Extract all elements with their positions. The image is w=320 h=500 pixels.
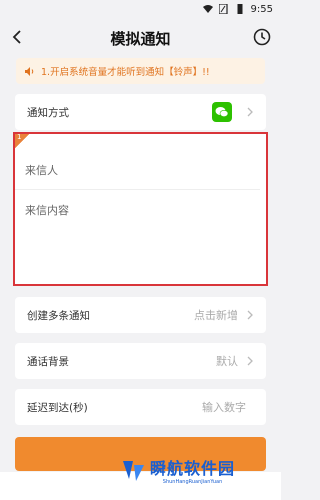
notify-method-row[interactable]: 通知方式: [15, 94, 266, 130]
notice-text: 1.开启系统音量才能听到通知【铃声】!!: [41, 67, 210, 78]
call-background-value: 默认: [216, 355, 238, 368]
sender-placeholder: 来信人: [25, 163, 58, 177]
delay-row[interactable]: 延迟到达(秒) 输入数字: [15, 389, 266, 425]
chevron-left-icon: [12, 30, 21, 44]
page-title: 模拟通知: [110, 29, 171, 48]
back-button[interactable]: [6, 26, 28, 48]
watermark-title: 瞬航软件园: [150, 459, 236, 478]
content-field[interactable]: 来信内容: [15, 190, 266, 230]
create-multi-row[interactable]: 创建多条通知 点击新增: [15, 297, 266, 333]
chevron-right-icon: [247, 356, 253, 366]
call-background-row[interactable]: 通话背景 默认: [15, 343, 266, 379]
delay-label: 延迟到达(秒): [27, 401, 88, 414]
create-multi-value: 点击新增: [194, 309, 238, 322]
header: 模拟通知: [0, 18, 281, 58]
clock-icon: [253, 28, 271, 46]
status-bar: 9:55: [0, 0, 281, 18]
signal-icon: [218, 4, 228, 14]
block-index: 1: [17, 133, 22, 141]
delay-input[interactable]: 输入数字: [202, 399, 246, 415]
notify-method-label: 通知方式: [27, 106, 69, 119]
status-time: 9:55: [250, 3, 273, 15]
wifi-icon: [202, 5, 213, 13]
battery-icon: [237, 4, 243, 14]
call-background-label: 通话背景: [27, 355, 69, 368]
history-button[interactable]: [251, 26, 273, 48]
watermark-subtitle: ShunHangRuanJianYuan: [162, 479, 223, 485]
watermark-logo: 瞬航软件园 ShunHangRuanJianYuan: [120, 455, 235, 485]
watermark-icon: [123, 461, 144, 481]
message-input-block: 1 来信人 来信内容: [13, 132, 268, 286]
wechat-icon: [212, 102, 232, 122]
create-multi-label: 创建多条通知: [27, 309, 90, 322]
chevron-right-icon: [247, 310, 253, 320]
sender-field[interactable]: 来信人: [15, 150, 260, 190]
speaker-icon: [25, 66, 34, 76]
chevron-right-icon: [247, 107, 253, 117]
volume-notice: 1.开启系统音量才能听到通知【铃声】!!: [16, 58, 265, 84]
content-placeholder: 来信内容: [25, 204, 69, 217]
